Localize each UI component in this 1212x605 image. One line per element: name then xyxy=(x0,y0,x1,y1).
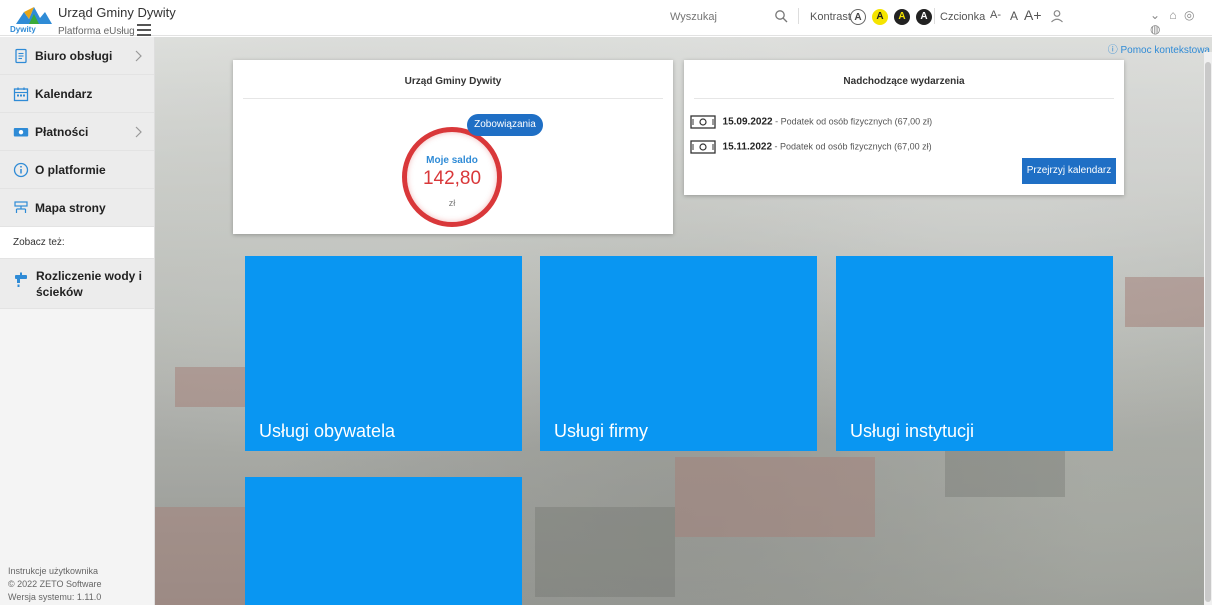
header-right-icons: ⌄ ⌂ ◎ ◍ xyxy=(1150,8,1212,36)
saldo-label: Moje saldo xyxy=(426,155,478,166)
contrast-black-yellow-button[interactable]: A xyxy=(894,9,910,25)
calendar-icon xyxy=(13,87,29,101)
sidebar-item-label: Mapa strony xyxy=(35,200,106,215)
notifications-icon[interactable]: ◎ xyxy=(1184,8,1194,22)
system-version-text: Wersja systemu: 1.11.0 xyxy=(8,592,102,602)
sidebar-item-label: Rozliczenie wody i ścieków xyxy=(36,269,143,299)
balance-card: Urząd Gminy Dywity Moje saldo 142,80 zł … xyxy=(233,60,673,234)
divider xyxy=(934,8,935,24)
chevron-down-icon[interactable]: ⌄ xyxy=(1150,8,1160,22)
app-subtitle: Platforma eUsług xyxy=(58,26,135,37)
search-icon[interactable] xyxy=(774,9,788,23)
event-text: - Podatek od osób fizycznych (67,00 zł) xyxy=(772,141,932,152)
user-icon[interactable] xyxy=(1050,9,1064,23)
obligations-button[interactable]: Zobowiązania xyxy=(467,114,543,136)
see-also-heading: Zobacz też: xyxy=(0,227,154,259)
tile-business-services[interactable]: Usługi firmy xyxy=(540,256,817,451)
tile-label: Usługi obywatela xyxy=(259,421,396,441)
tile-citizen-services[interactable]: Usługi obywatela xyxy=(245,256,522,451)
user-manual-link[interactable]: Instrukcje użytkownika xyxy=(8,565,102,578)
sidebar-item-label: Płatności xyxy=(35,124,89,139)
contrast-yellow-button[interactable]: A xyxy=(872,9,888,25)
sidebar-item-about[interactable]: O platformie xyxy=(0,151,154,189)
page-scrollbar[interactable] xyxy=(1204,52,1212,605)
help-link-label: Pomoc kontekstowa xyxy=(1120,45,1211,56)
font-larger-button[interactable]: A+ xyxy=(1024,7,1042,23)
chat-icon[interactable]: ◍ xyxy=(1150,22,1160,36)
events-card-title: Nadchodzące wydarzenia xyxy=(843,76,965,87)
event-text: - Podatek od osób fizycznych (67,00 zł) xyxy=(772,116,933,127)
tile-label: Usługi instytucji xyxy=(850,421,975,441)
sidebar-item-water-billing[interactable]: Rozliczenie wody i ścieków xyxy=(0,259,154,309)
banknote-icon xyxy=(690,140,716,154)
font-smaller-button[interactable]: A- xyxy=(990,9,1001,21)
contrast-label: Kontrast xyxy=(810,11,851,23)
menu-toggle-icon[interactable] xyxy=(137,24,151,36)
saldo-unit: zł xyxy=(448,198,456,208)
font-size-label: Czcionka xyxy=(940,11,986,23)
search-input[interactable] xyxy=(670,6,770,28)
event-item[interactable]: 15.11.2022 - Podatek od osób fizycznych … xyxy=(690,140,932,154)
sidebar-footer: Instrukcje użytkownika © 2022 ZETO Softw… xyxy=(8,565,102,604)
sidebar-item-label: Kalendarz xyxy=(35,86,93,101)
home-icon[interactable]: ⌂ xyxy=(1169,8,1176,22)
sidebar-item-payments[interactable]: Płatności xyxy=(0,113,154,151)
chevron-right-icon xyxy=(135,50,142,62)
balance-card-title: Urząd Gminy Dywity xyxy=(404,76,502,87)
contrast-black-white-button[interactable]: A xyxy=(916,9,932,25)
sidebar-item-calendar[interactable]: Kalendarz xyxy=(0,75,154,113)
copyright-text: © 2022 ZETO Software xyxy=(8,579,102,589)
events-card: Nadchodzące wydarzenia 15.09.2022 - Poda… xyxy=(684,60,1124,195)
sidebar-item-front-office[interactable]: Biuro obsługi xyxy=(0,37,154,75)
font-normal-button[interactable]: A xyxy=(1010,9,1018,23)
search-box xyxy=(670,6,790,28)
sidebar-item-label: Biuro obsługi xyxy=(35,48,113,63)
banknote-icon xyxy=(690,115,716,129)
sidebar: Biuro obsługi Kalendarz Płatności O plat… xyxy=(0,37,155,605)
chevron-right-icon xyxy=(135,126,142,138)
document-icon xyxy=(15,48,27,63)
tile-institution-services[interactable]: Usługi instytucji xyxy=(836,256,1113,451)
top-bar: Dywity Urząd Gminy Dywity Platforma eUsł… xyxy=(0,0,1212,37)
event-item[interactable]: 15.09.2022 - Podatek od osób fizycznych … xyxy=(690,115,932,129)
logo-text: Dywity xyxy=(10,25,36,34)
background-photo xyxy=(175,367,245,407)
event-date: 15.11.2022 xyxy=(722,141,773,153)
main-content: Urząd Gminy Dywity Moje saldo 142,80 zł … xyxy=(155,37,1212,605)
saldo-ring[interactable]: Moje saldo 142,80 zł xyxy=(402,127,502,227)
event-date: 15.09.2022 xyxy=(722,116,773,128)
browse-calendar-button[interactable]: Przejrzyj kalendarz xyxy=(1022,158,1116,184)
scroll-thumb[interactable] xyxy=(1205,62,1211,602)
money-icon xyxy=(13,127,29,136)
sidebar-item-sitemap[interactable]: Mapa strony xyxy=(0,189,154,227)
contrast-default-button[interactable]: A xyxy=(850,9,866,25)
app-title: Urząd Gminy Dywity xyxy=(58,5,176,20)
context-help-link[interactable]: ⓘ Pomoc kontekstowa xyxy=(1108,41,1210,56)
tile-label: Usługi firmy xyxy=(554,421,649,441)
help-icon: ⓘ xyxy=(1107,45,1118,56)
water-tap-icon xyxy=(15,272,27,287)
info-icon xyxy=(13,162,29,177)
sidebar-item-label: O platformie xyxy=(35,162,106,177)
tile-other-services[interactable] xyxy=(245,477,522,605)
saldo-value: 142,80 xyxy=(422,168,482,189)
divider xyxy=(798,8,799,24)
sitemap-icon xyxy=(14,200,28,213)
